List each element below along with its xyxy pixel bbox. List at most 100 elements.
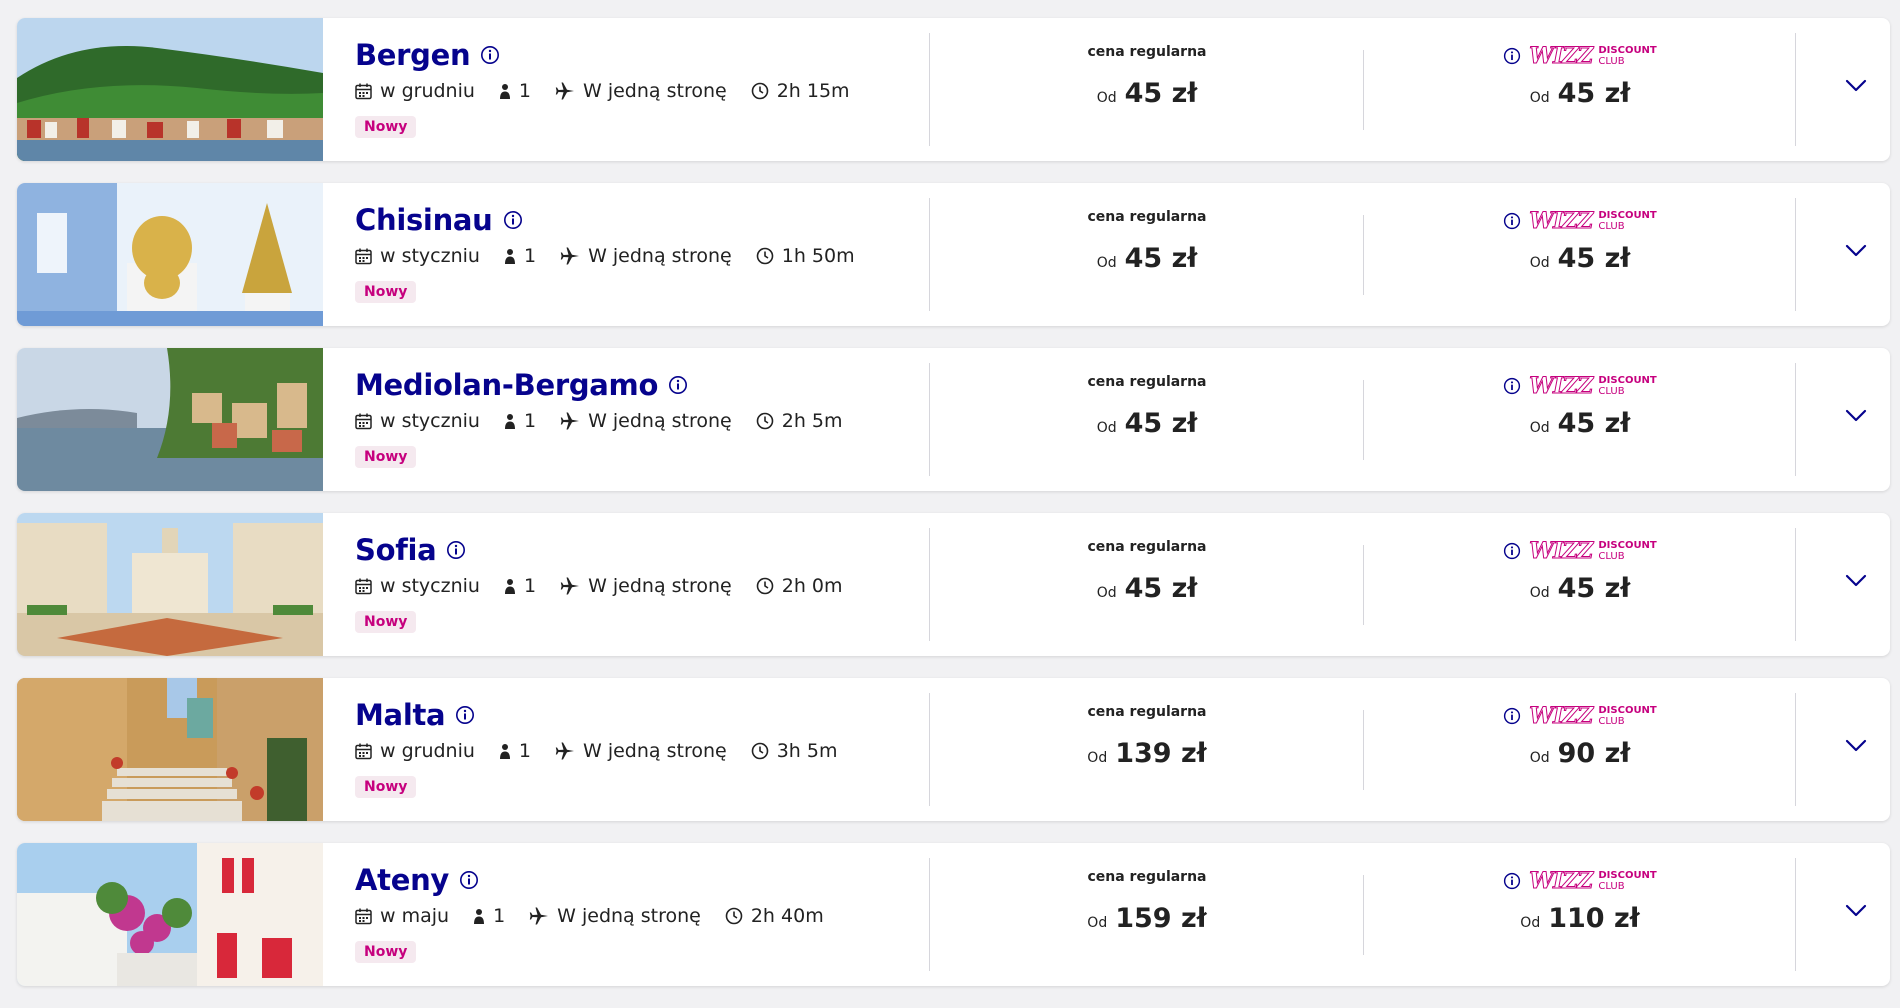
- info-icon[interactable]: [1503, 47, 1521, 65]
- new-badge: Nowy: [355, 776, 417, 798]
- regular-price-amount: 159 zł: [1115, 903, 1207, 934]
- regular-price-label: cena regularna: [1087, 44, 1207, 60]
- plane-icon: [560, 577, 580, 595]
- regular-price-section: cena regularna Od 139 zł: [997, 704, 1297, 769]
- clock-icon: [756, 412, 774, 430]
- divider: [1795, 528, 1796, 641]
- flight-meta: w maju 1 W jedną stronę 2h 40m: [355, 899, 915, 933]
- destination-name[interactable]: Chisinau: [355, 203, 493, 237]
- regular-price: Od 139 zł: [997, 738, 1297, 769]
- regular-price-label: cena regularna: [1087, 539, 1207, 555]
- travel-month-text: w grudniu: [380, 80, 475, 102]
- info-icon[interactable]: [1503, 212, 1521, 230]
- regular-price-label: cena regularna: [1087, 374, 1207, 390]
- title-row: Malta: [355, 696, 915, 734]
- club-price-amount: 45 zł: [1557, 243, 1631, 274]
- info-icon[interactable]: [480, 45, 500, 65]
- wizz-logo: WIZZ: [1529, 43, 1594, 70]
- flight-duration-text: 1h 50m: [781, 245, 855, 267]
- trip-type: W jedną stronę: [560, 575, 732, 597]
- regular-price-label: cena regularna: [1087, 704, 1207, 720]
- club-price-section: WIZZ DISCOUNT CLUB Od 45 zł: [1430, 538, 1730, 604]
- discount-club-line2: CLUB: [1598, 881, 1625, 892]
- info-icon[interactable]: [1503, 377, 1521, 395]
- flight-card[interactable]: Ateny w maju 1 W jedną stronę 2h 40m Now…: [17, 843, 1890, 986]
- travel-month: w maju: [355, 905, 449, 927]
- info-icon[interactable]: [459, 870, 479, 890]
- regular-price-amount: 139 zł: [1115, 738, 1207, 769]
- regular-price-amount: 45 zł: [1124, 408, 1198, 439]
- flight-card[interactable]: Malta w grudniu 1 W jedną stronę 3h 5m N…: [17, 678, 1890, 821]
- destination-name[interactable]: Malta: [355, 698, 446, 732]
- trip-type: W jedną stronę: [529, 905, 701, 927]
- chevron-down-icon[interactable]: [1845, 739, 1867, 753]
- divider: [1795, 858, 1796, 971]
- info-icon[interactable]: [503, 210, 523, 230]
- discount-club-label: WIZZ DISCOUNT CLUB: [1430, 868, 1730, 895]
- info-icon[interactable]: [668, 375, 688, 395]
- trip-type: W jedną stronę: [560, 245, 732, 267]
- clock-icon: [756, 577, 774, 595]
- flight-card[interactable]: Bergen w grudniu 1 W jedną stronę 2h 15m…: [17, 18, 1890, 161]
- passenger-count: 1: [504, 410, 536, 432]
- wizz-logo: WIZZ: [1529, 208, 1594, 235]
- club-price-amount: 90 zł: [1557, 738, 1631, 769]
- club-price-section: WIZZ DISCOUNT CLUB Od 45 zł: [1430, 43, 1730, 109]
- travel-month-text: w styczniu: [380, 245, 480, 267]
- regular-price-amount: 45 zł: [1124, 243, 1198, 274]
- travel-month: w grudniu: [355, 80, 475, 102]
- divider: [1363, 875, 1364, 955]
- from-label: Od: [1529, 255, 1550, 271]
- destination-name[interactable]: Mediolan-Bergamo: [355, 368, 658, 402]
- trip-type: W jedną stronę: [560, 410, 732, 432]
- info-icon[interactable]: [1503, 542, 1521, 560]
- regular-price: Od 159 zł: [997, 903, 1297, 934]
- club-price-section: WIZZ DISCOUNT CLUB Od 90 zł: [1430, 703, 1730, 769]
- regular-price-section: cena regularna Od 45 zł: [997, 374, 1297, 439]
- discount-club-label: WIZZ DISCOUNT CLUB: [1430, 538, 1730, 565]
- flight-card[interactable]: Mediolan-Bergamo w styczniu 1 W jedną st…: [17, 348, 1890, 491]
- info-icon[interactable]: [1503, 707, 1521, 725]
- flight-info: Mediolan-Bergamo w styczniu 1 W jedną st…: [355, 366, 915, 468]
- chevron-down-icon[interactable]: [1845, 244, 1867, 258]
- regular-price-amount: 45 zł: [1124, 573, 1198, 604]
- discount-club-line1: DISCOUNT: [1598, 540, 1657, 551]
- plane-icon: [529, 907, 549, 925]
- chevron-down-icon[interactable]: [1845, 904, 1867, 918]
- from-label: Od: [1087, 750, 1108, 766]
- chevron-down-icon[interactable]: [1845, 79, 1867, 93]
- destination-name[interactable]: Sofia: [355, 533, 437, 567]
- new-badge: Nowy: [355, 116, 417, 138]
- passenger-count: 1: [473, 905, 505, 927]
- club-price: Od 45 zł: [1430, 408, 1730, 439]
- discount-club-text: DISCOUNT CLUB: [1598, 705, 1656, 727]
- info-icon[interactable]: [455, 705, 475, 725]
- chevron-down-icon[interactable]: [1845, 409, 1867, 423]
- club-price: Od 110 zł: [1430, 903, 1730, 934]
- info-icon[interactable]: [1503, 872, 1521, 890]
- title-row: Chisinau: [355, 201, 915, 239]
- divider: [929, 33, 930, 146]
- club-price: Od 90 zł: [1430, 738, 1730, 769]
- destination-name[interactable]: Ateny: [355, 863, 449, 897]
- destination-photo-bergen-harbour-hills: [17, 18, 323, 161]
- discount-club-label: WIZZ DISCOUNT CLUB: [1430, 208, 1730, 235]
- from-label: Od: [1096, 90, 1117, 106]
- regular-price-section: cena regularna Od 159 zł: [997, 869, 1297, 934]
- flight-card[interactable]: Sofia w styczniu 1 W jedną stronę 2h 0m …: [17, 513, 1890, 656]
- discount-club-text: DISCOUNT CLUB: [1598, 540, 1656, 562]
- flight-info: Ateny w maju 1 W jedną stronę 2h 40m Now…: [355, 861, 915, 963]
- title-row: Ateny: [355, 861, 915, 899]
- passenger-count-text: 1: [518, 80, 532, 102]
- destination-name[interactable]: Bergen: [355, 38, 471, 72]
- person-icon: [474, 908, 485, 924]
- discount-club-text: DISCOUNT CLUB: [1598, 375, 1656, 397]
- flight-card[interactable]: Chisinau w styczniu 1 W jedną stronę 1h …: [17, 183, 1890, 326]
- divider: [929, 198, 930, 311]
- club-price-section: WIZZ DISCOUNT CLUB Od 110 zł: [1430, 868, 1730, 934]
- chevron-down-icon[interactable]: [1845, 574, 1867, 588]
- flight-duration: 2h 0m: [756, 575, 843, 597]
- info-icon[interactable]: [446, 540, 466, 560]
- wizz-logo: WIZZ: [1529, 868, 1594, 895]
- divider: [929, 363, 930, 476]
